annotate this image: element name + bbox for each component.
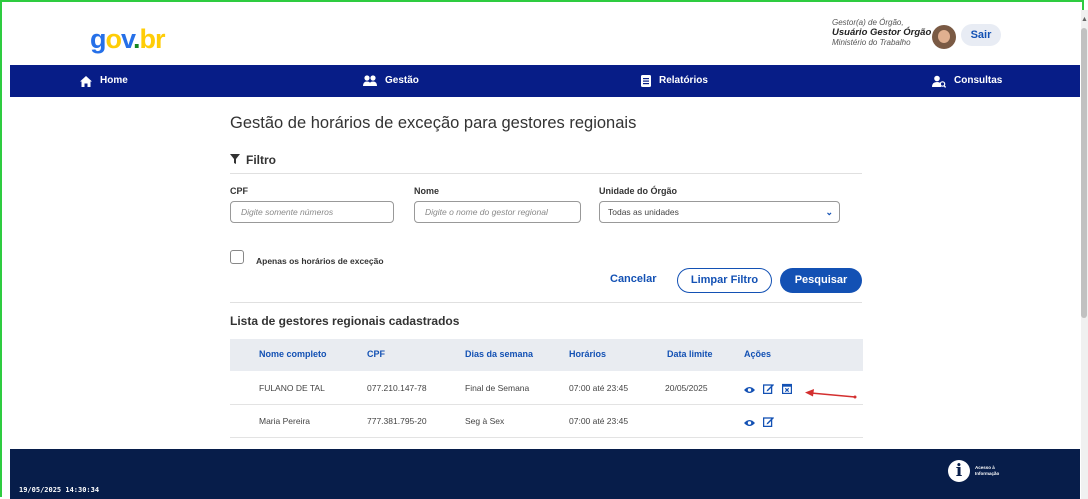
footer: [10, 449, 1080, 499]
clear-filter-button[interactable]: Limpar Filtro: [677, 268, 772, 293]
cell-horarios: 07:00 até 23:45: [569, 416, 629, 426]
list-title: Lista de gestores regionais cadastrados: [230, 314, 460, 328]
nome-label: Nome: [414, 186, 440, 196]
cell-dias: Seg à Sex: [465, 416, 505, 426]
nav-label-home: Home: [100, 75, 128, 86]
divider: [230, 302, 862, 303]
nav-label-relatorios: Relatórios: [659, 75, 708, 86]
home-icon: [80, 75, 92, 87]
user-name: Usuário Gestor Órgão: [832, 27, 932, 38]
cpf-input[interactable]: Digite somente números: [230, 201, 394, 223]
view-icon[interactable]: [744, 381, 755, 399]
nome-input[interactable]: Digite o nome do gestor regional: [414, 201, 581, 223]
cell-horarios: 07:00 até 23:45: [569, 383, 629, 393]
filter-heading: Filtro: [230, 153, 276, 167]
column-header: Ações: [744, 349, 772, 359]
cpf-label: CPF: [230, 186, 248, 196]
excecao-checkbox-label: Apenas os horários de exceção: [256, 256, 384, 266]
cell-cpf: 777.381.795-20: [367, 416, 427, 426]
cell-dias: Final de Semana: [465, 383, 530, 393]
nav-item-consultas[interactable]: Consultas: [932, 65, 1002, 97]
users-icon: [363, 75, 377, 87]
scrollbar-thumb[interactable]: [1081, 28, 1087, 318]
unidade-selected-value: Todas as unidades: [608, 207, 679, 217]
search-user-icon: [932, 75, 946, 88]
unidade-select[interactable]: Todas as unidades ⌄: [599, 201, 840, 223]
user-ministry: Ministério do Trabalho: [832, 38, 911, 47]
column-header[interactable]: Horários: [569, 349, 606, 359]
header: gov.br Gestor(a) de Órgão, Usuário Gesto…: [10, 10, 1080, 65]
column-header[interactable]: Nome completo: [259, 349, 327, 359]
divider: [230, 173, 862, 174]
nav-label-gestao: Gestão: [385, 75, 419, 86]
edit-icon[interactable]: [762, 414, 774, 432]
excecao-checkbox[interactable]: [230, 250, 244, 264]
row-actions: [744, 414, 774, 432]
acesso-informacao-label: Acesso à Informação: [975, 465, 1000, 476]
scrollbar[interactable]: ▲: [1081, 10, 1088, 499]
nav-label-consultas: Consultas: [954, 75, 1003, 86]
cell-cpf: 077.210.147-78: [367, 383, 427, 393]
search-button[interactable]: Pesquisar: [780, 268, 862, 293]
nav-item-relatorios[interactable]: Relatórios: [641, 65, 708, 97]
filter-icon: [230, 153, 240, 167]
avatar[interactable]: [932, 25, 956, 49]
annotation-arrow: [805, 389, 857, 399]
report-icon: [641, 75, 651, 87]
info-icon: i: [948, 460, 970, 482]
cell-nome: Maria Pereira: [259, 416, 311, 426]
nav-item-home[interactable]: Home: [80, 65, 128, 97]
scroll-up-icon[interactable]: ▲: [1081, 16, 1088, 23]
cell-nome: FULANO DE TAL: [259, 383, 325, 393]
acesso-informacao-link[interactable]: i Acesso à Informação: [948, 460, 1005, 482]
row-actions: [744, 381, 793, 399]
table-header: Nome completo CPF Dias da semana Horário…: [230, 339, 863, 371]
cell-data-limite: 20/05/2025: [665, 383, 708, 393]
page-title: Gestão de horários de exceção para gesto…: [230, 114, 637, 132]
timestamp: 19/05/2025 14:30:34: [19, 486, 100, 494]
column-header[interactable]: CPF: [367, 349, 385, 359]
calendar-delete-icon[interactable]: [782, 381, 793, 399]
edit-icon[interactable]: [762, 381, 774, 399]
table-row: FULANO DE TAL 077.210.147-78 Final de Se…: [230, 372, 863, 405]
chevron-down-icon: ⌄: [825, 207, 833, 217]
nav-item-gestao[interactable]: Gestão: [363, 65, 419, 97]
view-icon[interactable]: [744, 414, 755, 432]
cancel-button[interactable]: Cancelar: [610, 273, 656, 285]
column-header[interactable]: Data limite: [667, 349, 713, 359]
logout-button[interactable]: Sair: [961, 24, 1001, 46]
govbr-logo[interactable]: gov.br: [90, 24, 166, 55]
main-nav: Home Gestão Relatórios Consultas: [10, 65, 1080, 97]
table-row: Maria Pereira 777.381.795-20 Seg à Sex 0…: [230, 405, 863, 438]
filter-title: Filtro: [246, 153, 276, 167]
user-info: Gestor(a) de Órgão, Usuário Gestor Órgão…: [832, 18, 931, 48]
column-header[interactable]: Dias da semana: [465, 349, 533, 359]
unidade-label: Unidade do Órgão: [599, 186, 678, 196]
